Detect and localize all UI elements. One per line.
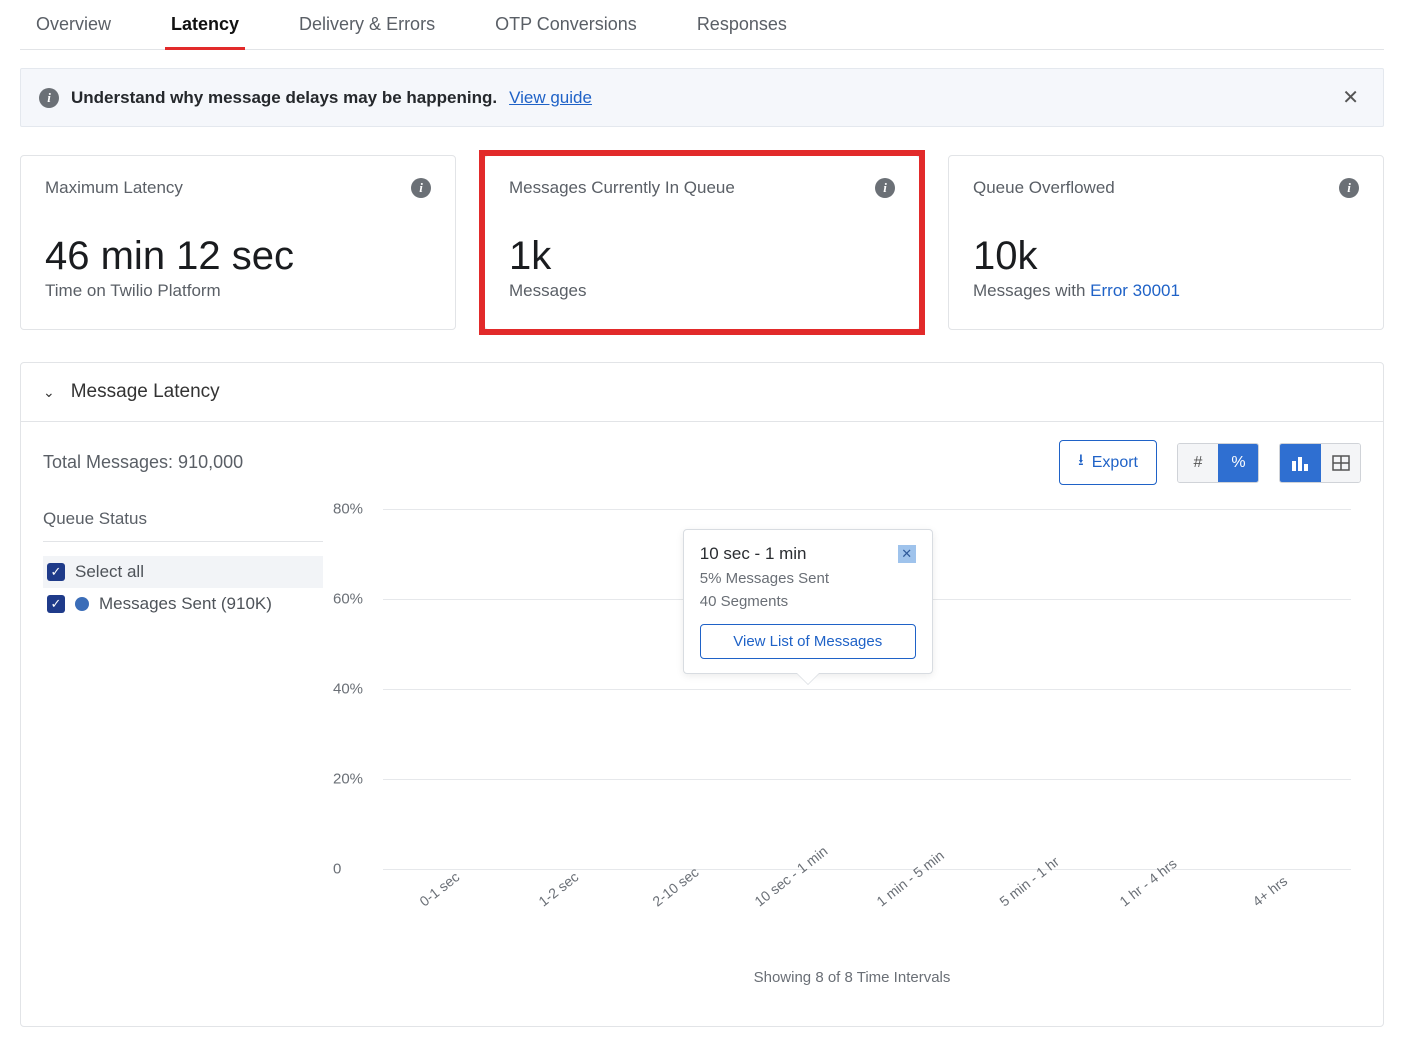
chevron-down-icon: ⌄ (43, 384, 55, 401)
panel-header[interactable]: ⌄ Message Latency (21, 363, 1383, 422)
export-label: Export (1092, 454, 1138, 472)
card-title: Maximum Latency (45, 178, 183, 198)
toggle-percent-button[interactable]: % (1218, 444, 1258, 482)
x-axis-tick: 1-2 sec (535, 869, 581, 910)
banner-view-guide-link[interactable]: View guide (509, 88, 592, 108)
legend-title: Queue Status (43, 509, 323, 529)
card-queue-overflowed: Queue Overflowed i 10k Messages with Err… (948, 155, 1384, 330)
divider (43, 541, 323, 542)
tab-latency[interactable]: Latency (165, 0, 245, 50)
y-axis-tick: 20% (333, 771, 363, 788)
card-messages-in-queue: Messages Currently In Queue i 1k Message… (484, 155, 920, 330)
view-list-of-messages-button[interactable]: View List of Messages (700, 624, 916, 659)
x-axis-tick: 1 min - 5 min (873, 847, 947, 909)
summary-cards: Maximum Latency i 46 min 12 sec Time on … (20, 155, 1384, 330)
y-axis-tick: 40% (333, 681, 363, 698)
info-icon[interactable]: i (411, 178, 431, 198)
x-axis-tick: 2-10 sec (650, 864, 702, 910)
series-label: Messages Sent (910K) (99, 594, 272, 614)
banner-close-button[interactable]: ✕ (1336, 83, 1365, 112)
select-all-label: Select all (75, 562, 144, 582)
card-subtitle: Messages with Error 30001 (973, 281, 1359, 301)
tooltip-close-button[interactable]: ✕ (898, 545, 916, 563)
series-color-dot (75, 597, 89, 611)
card-value: 10k (973, 234, 1359, 279)
error-code-link[interactable]: Error 30001 (1090, 281, 1180, 300)
tooltip-title: 10 sec - 1 min (700, 544, 807, 564)
panel-toolbar: Total Messages: 910,000 ⭳ Export # % (21, 422, 1383, 485)
y-axis-tick: 80% (333, 501, 363, 518)
panel-title: Message Latency (71, 381, 220, 403)
card-sub-prefix: Messages with (973, 281, 1090, 300)
card-subtitle: Time on Twilio Platform (45, 281, 431, 301)
count-percent-toggle: # % (1177, 443, 1259, 483)
tab-bar: Overview Latency Delivery & Errors OTP C… (20, 0, 1384, 50)
tab-delivery-errors[interactable]: Delivery & Errors (293, 0, 441, 50)
toggle-count-button[interactable]: # (1178, 444, 1218, 482)
card-subtitle: Messages (509, 281, 895, 301)
x-axis-tick: 0-1 sec (417, 869, 463, 910)
chart-footer-text: Showing 8 of 8 Time Intervals (343, 969, 1361, 986)
card-value: 46 min 12 sec (45, 234, 431, 279)
tab-otp-conversions[interactable]: OTP Conversions (489, 0, 643, 50)
tab-overview[interactable]: Overview (30, 0, 117, 50)
info-banner: i Understand why message delays may be h… (20, 68, 1384, 127)
checkbox-checked-icon: ✓ (47, 563, 65, 581)
card-max-latency: Maximum Latency i 46 min 12 sec Time on … (20, 155, 456, 330)
card-title: Messages Currently In Queue (509, 178, 735, 198)
series-checkbox-messages-sent[interactable]: ✓ Messages Sent (910K) (43, 588, 323, 620)
chart-legend: Queue Status ✓ Select all ✓ Messages Sen… (43, 509, 323, 620)
latency-chart: 020%40%60%80%0-1 sec1-2 sec2-10 sec10 se… (343, 509, 1361, 986)
select-all-checkbox[interactable]: ✓ Select all (43, 556, 323, 588)
info-icon[interactable]: i (1339, 178, 1359, 198)
info-icon[interactable]: i (875, 178, 895, 198)
y-axis-tick: 0 (333, 861, 341, 878)
bar-chart-icon (1291, 455, 1309, 471)
x-axis-tick: 10 sec - 1 min (751, 843, 830, 910)
x-axis-tick: 4+ hrs (1249, 873, 1290, 910)
tooltip-line: 5% Messages Sent (700, 570, 916, 587)
card-title: Queue Overflowed (973, 178, 1115, 198)
y-axis-tick: 60% (333, 591, 363, 608)
info-icon: i (39, 88, 59, 108)
chart-tooltip: 10 sec - 1 min ✕ 5% Messages Sent 40 Seg… (683, 529, 933, 674)
chart-table-toggle (1279, 443, 1361, 483)
checkbox-checked-icon: ✓ (47, 595, 65, 613)
export-button[interactable]: ⭳ Export (1059, 440, 1157, 485)
banner-text: Understand why message delays may be hap… (71, 88, 497, 108)
x-axis-tick: 5 min - 1 hr (997, 853, 1063, 909)
tab-responses[interactable]: Responses (691, 0, 793, 50)
message-latency-panel: ⌄ Message Latency Total Messages: 910,00… (20, 362, 1384, 1027)
total-messages-label: Total Messages: 910,000 (43, 452, 243, 473)
download-icon: ⭳ (1078, 449, 1084, 476)
table-icon (1332, 455, 1350, 471)
toggle-table-button[interactable] (1320, 444, 1360, 482)
card-value: 1k (509, 234, 895, 279)
x-axis-tick: 1 hr - 4 hrs (1117, 855, 1180, 909)
tooltip-line: 40 Segments (700, 593, 916, 610)
toggle-chart-button[interactable] (1280, 444, 1320, 482)
